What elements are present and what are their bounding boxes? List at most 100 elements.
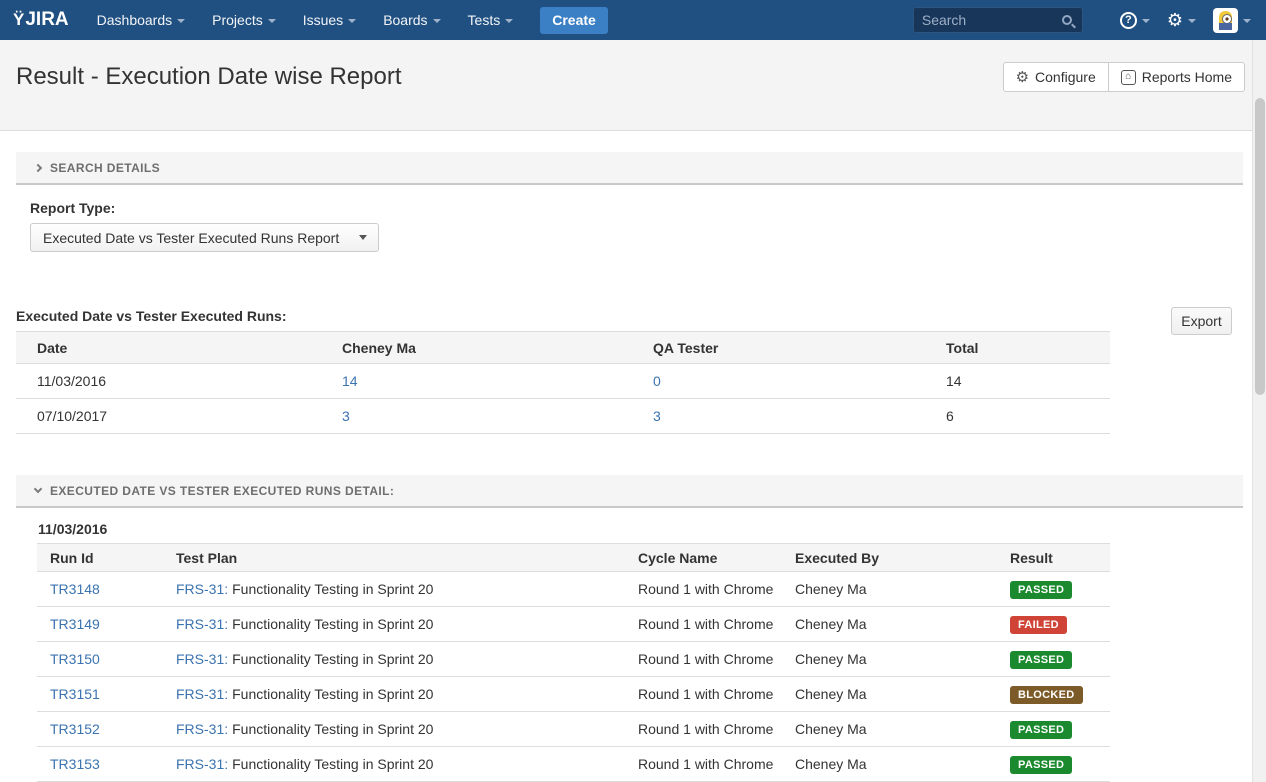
- table-row: TR3153 FRS-31:Functionality Testing in S…: [37, 747, 1110, 782]
- column-run-id: Run Id: [37, 544, 163, 572]
- test-plan-key-link[interactable]: FRS-31:: [176, 756, 228, 772]
- nav-projects[interactable]: Projects: [212, 12, 276, 28]
- scrollbar-track[interactable]: [1252, 40, 1266, 782]
- run-id-link[interactable]: TR3149: [50, 616, 100, 632]
- main-content: SEARCH DETAILS Report Type: Executed Dat…: [0, 152, 1266, 782]
- chevron-down-icon: [177, 19, 185, 23]
- nav-dashboards[interactable]: Dashboards: [97, 12, 186, 28]
- cycle-name-cell: Round 1 with Chrome: [625, 747, 782, 782]
- cycle-name-cell: Round 1 with Chrome: [625, 572, 782, 607]
- chevron-down-icon: [505, 19, 513, 23]
- nav-boards[interactable]: Boards: [383, 12, 440, 28]
- executed-by-cell: Cheney Ma: [782, 572, 997, 607]
- gear-icon: ⚙: [1016, 70, 1029, 85]
- jira-logo[interactable]: Ÿ JIRA: [13, 9, 69, 31]
- chevron-down-icon: [348, 19, 356, 23]
- report-type-block: Report Type: Executed Date vs Tester Exe…: [30, 200, 1266, 252]
- cycle-name-cell: Round 1 with Chrome: [625, 607, 782, 642]
- executed-by-cell: Cheney Ma: [782, 677, 997, 712]
- test-plan-key-link[interactable]: FRS-31:: [176, 651, 228, 667]
- summary-table: Date Cheney Ma QA Tester Total 11/03/201…: [16, 331, 1110, 434]
- page-header: Result - Execution Date wise Report ⚙ Co…: [0, 40, 1266, 131]
- header-button-group: ⚙ Configure ⌂ Reports Home: [1003, 62, 1245, 92]
- table-row: TR3149 FRS-31:Functionality Testing in S…: [37, 607, 1110, 642]
- detail-section-toggle[interactable]: EXECUTED DATE VS TESTER EXECUTED RUNS DE…: [16, 475, 1243, 508]
- test-plan-name: Functionality Testing in Sprint 20: [232, 651, 433, 667]
- search-details-label: SEARCH DETAILS: [50, 161, 160, 175]
- create-button[interactable]: Create: [540, 7, 608, 34]
- table-row: TR3150 FRS-31:Functionality Testing in S…: [37, 642, 1110, 677]
- column-test-plan: Test Plan: [163, 544, 625, 572]
- table-row: 07/10/2017 3 3 6: [16, 399, 1110, 434]
- avatar: [1213, 8, 1238, 33]
- scrollbar-thumb[interactable]: [1255, 98, 1265, 395]
- date-cell: 07/10/2017: [16, 399, 321, 434]
- reports-home-button-label: Reports Home: [1142, 69, 1232, 85]
- test-plan-key-link[interactable]: FRS-31:: [176, 616, 228, 632]
- search-icon[interactable]: [1062, 15, 1072, 25]
- test-plan-name: Functionality Testing in Sprint 20: [232, 581, 433, 597]
- table-row: 11/03/2016 14 0 14: [16, 364, 1110, 399]
- test-plan-name: Functionality Testing in Sprint 20: [232, 616, 433, 632]
- column-cycle-name: Cycle Name: [625, 544, 782, 572]
- jira-logo-icon: Ÿ: [13, 10, 24, 30]
- executed-by-cell: Cheney Ma: [782, 607, 997, 642]
- reports-home-button[interactable]: ⌂ Reports Home: [1108, 62, 1245, 92]
- chevron-down-icon: [1142, 19, 1150, 23]
- detail-table: Run Id Test Plan Cycle Name Executed By …: [37, 543, 1110, 782]
- run-id-link[interactable]: TR3151: [50, 686, 100, 702]
- test-plan-key-link[interactable]: FRS-31:: [176, 686, 228, 702]
- nav-issues[interactable]: Issues: [303, 12, 356, 28]
- chevron-down-icon: [359, 235, 367, 240]
- chevron-right-icon: [34, 163, 42, 171]
- summary-header-row: Date Cheney Ma QA Tester Total: [16, 332, 1110, 364]
- detail-group-date: 11/03/2016: [38, 521, 1266, 537]
- nav-tests[interactable]: Tests: [468, 12, 514, 28]
- test-plan-key-link[interactable]: FRS-31:: [176, 721, 228, 737]
- test-plan-name: Functionality Testing in Sprint 20: [232, 686, 433, 702]
- total-cell: 6: [925, 399, 1110, 434]
- nav-projects-label: Projects: [212, 12, 263, 28]
- chevron-down-icon: [268, 19, 276, 23]
- run-count-link[interactable]: 0: [653, 373, 661, 389]
- run-count-link[interactable]: 14: [342, 373, 358, 389]
- search-details-toggle[interactable]: SEARCH DETAILS: [16, 152, 1243, 185]
- column-total: Total: [925, 332, 1110, 364]
- export-button[interactable]: Export: [1171, 307, 1232, 335]
- help-icon: ?: [1120, 12, 1137, 29]
- chevron-down-icon: [433, 19, 441, 23]
- table-row: TR3148 FRS-31:Functionality Testing in S…: [37, 572, 1110, 607]
- run-id-link[interactable]: TR3153: [50, 756, 100, 772]
- test-plan-key-link[interactable]: FRS-31:: [176, 581, 228, 597]
- report-type-value: Executed Date vs Tester Executed Runs Re…: [43, 230, 359, 246]
- help-menu[interactable]: ?: [1120, 12, 1150, 29]
- column-executed-by: Executed By: [782, 544, 997, 572]
- run-id-link[interactable]: TR3150: [50, 651, 100, 667]
- run-count-link[interactable]: 3: [342, 408, 350, 424]
- run-id-link[interactable]: TR3148: [50, 581, 100, 597]
- nav-tests-label: Tests: [468, 12, 501, 28]
- user-menu[interactable]: [1213, 8, 1251, 33]
- run-id-link[interactable]: TR3152: [50, 721, 100, 737]
- test-plan-name: Functionality Testing in Sprint 20: [232, 721, 433, 737]
- table-row: TR3152 FRS-31:Functionality Testing in S…: [37, 712, 1110, 747]
- search-input[interactable]: [922, 12, 1062, 28]
- configure-button[interactable]: ⚙ Configure: [1003, 62, 1109, 92]
- total-cell: 14: [925, 364, 1110, 399]
- column-cheney-ma: Cheney Ma: [321, 332, 632, 364]
- navbar-search[interactable]: [913, 7, 1083, 33]
- admin-menu[interactable]: ⚙: [1167, 11, 1196, 29]
- executed-by-cell: Cheney Ma: [782, 642, 997, 677]
- top-navbar: Ÿ JIRA Dashboards Projects Issues Boards…: [0, 0, 1266, 40]
- nav-boards-label: Boards: [383, 12, 427, 28]
- column-result: Result: [997, 544, 1110, 572]
- configure-button-label: Configure: [1035, 69, 1096, 85]
- detail-section-label: EXECUTED DATE VS TESTER EXECUTED RUNS DE…: [50, 484, 394, 498]
- run-count-link[interactable]: 3: [653, 408, 661, 424]
- page-title: Result - Execution Date wise Report: [16, 63, 1003, 91]
- status-badge: PASSED: [1010, 721, 1072, 739]
- status-badge: PASSED: [1010, 756, 1072, 774]
- test-plan-name: Functionality Testing in Sprint 20: [232, 756, 433, 772]
- report-type-select[interactable]: Executed Date vs Tester Executed Runs Re…: [30, 223, 379, 252]
- nav-dashboards-label: Dashboards: [97, 12, 173, 28]
